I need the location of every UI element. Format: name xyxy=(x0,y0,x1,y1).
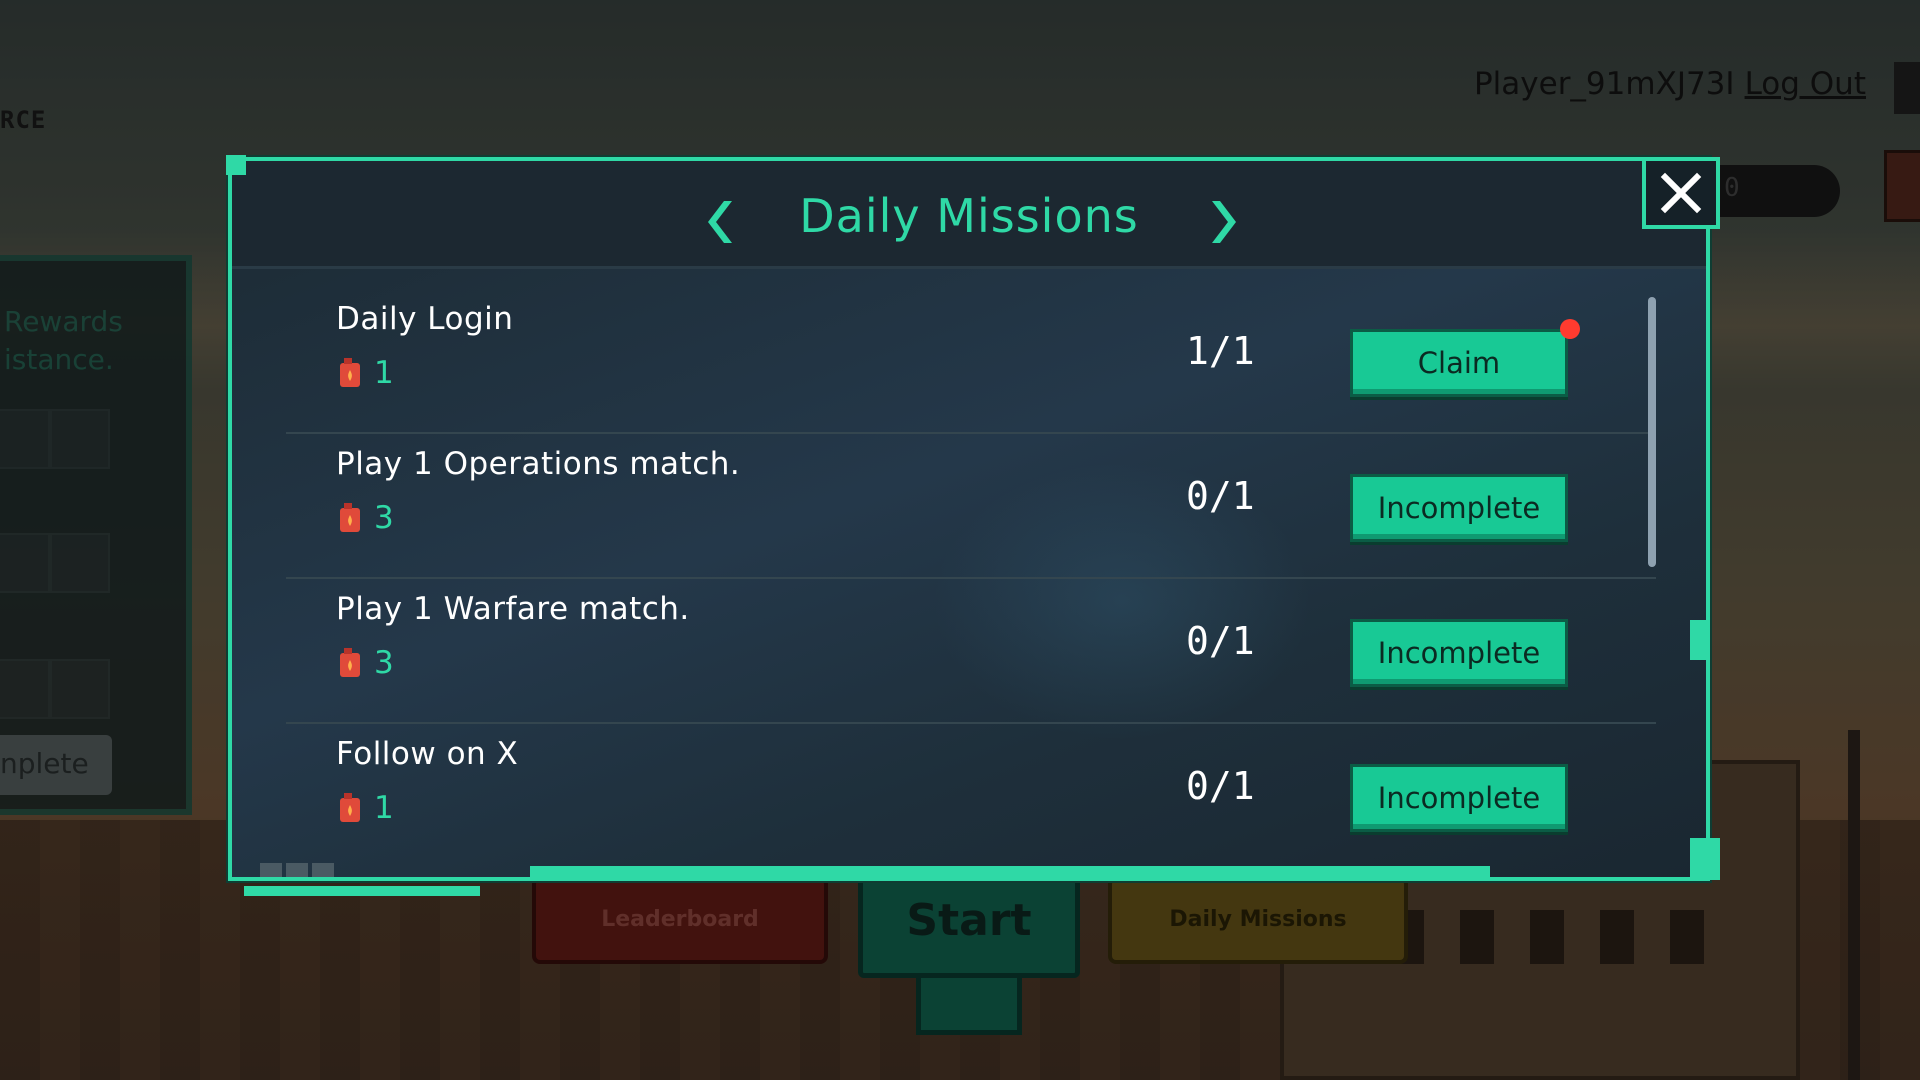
mission-name: Follow on X xyxy=(336,736,519,772)
mission-reward: 1 xyxy=(338,790,394,826)
scrollbar-thumb[interactable] xyxy=(1648,297,1656,567)
frame-accent xyxy=(1690,620,1706,660)
mission-name: Play 1 Warfare match. xyxy=(336,591,690,627)
mission-row: Follow on X 1 0/1 Incomplete xyxy=(286,724,1656,869)
chevron-right-icon[interactable] xyxy=(1202,197,1242,247)
mission-progress: 0/1 xyxy=(1186,764,1255,808)
mission-reward: 1 xyxy=(338,355,394,391)
mission-reward: 3 xyxy=(338,645,394,681)
mission-row: Daily Login 1 1/1 Claim xyxy=(286,289,1656,434)
mission-progress: 0/1 xyxy=(1186,474,1255,518)
frame-accent xyxy=(244,886,480,896)
mission-name: Daily Login xyxy=(336,301,514,337)
modal-title: Daily Missions xyxy=(799,189,1139,243)
scrollbar[interactable] xyxy=(1648,297,1656,867)
mission-list: Daily Login 1 1/1 Claim Play 1 Operation… xyxy=(286,289,1656,869)
reward-amount: 1 xyxy=(374,355,394,391)
daily-missions-modal: Daily Missions Daily Login 1 1/1 Claim P… xyxy=(228,157,1710,881)
incomplete-button[interactable]: Incomplete xyxy=(1350,619,1568,687)
fuel-can-icon xyxy=(340,648,360,677)
modal-header: Daily Missions xyxy=(232,161,1706,269)
mission-progress: 0/1 xyxy=(1186,619,1255,663)
mission-name: Play 1 Operations match. xyxy=(336,446,741,482)
frame-accent xyxy=(530,866,1490,878)
pixel-decoration xyxy=(260,863,334,877)
fuel-can-icon xyxy=(340,793,360,822)
mission-row: Play 1 Warfare match. 3 0/1 Incomplete xyxy=(286,579,1656,724)
fuel-can-icon xyxy=(340,503,360,532)
fuel-can-icon xyxy=(340,358,360,387)
reward-amount: 1 xyxy=(374,790,394,826)
frame-accent xyxy=(226,155,246,175)
close-button[interactable] xyxy=(1642,157,1720,229)
close-icon xyxy=(1660,172,1702,214)
incomplete-button[interactable]: Incomplete xyxy=(1350,764,1568,832)
frame-accent xyxy=(1690,838,1720,880)
mission-progress: 1/1 xyxy=(1186,329,1255,373)
notification-dot xyxy=(1560,319,1580,339)
reward-amount: 3 xyxy=(374,500,394,536)
reward-amount: 3 xyxy=(374,645,394,681)
mission-row: Play 1 Operations match. 3 0/1 Incomplet… xyxy=(286,434,1656,579)
claim-button[interactable]: Claim xyxy=(1350,329,1568,397)
incomplete-button[interactable]: Incomplete xyxy=(1350,474,1568,542)
mission-reward: 3 xyxy=(338,500,394,536)
